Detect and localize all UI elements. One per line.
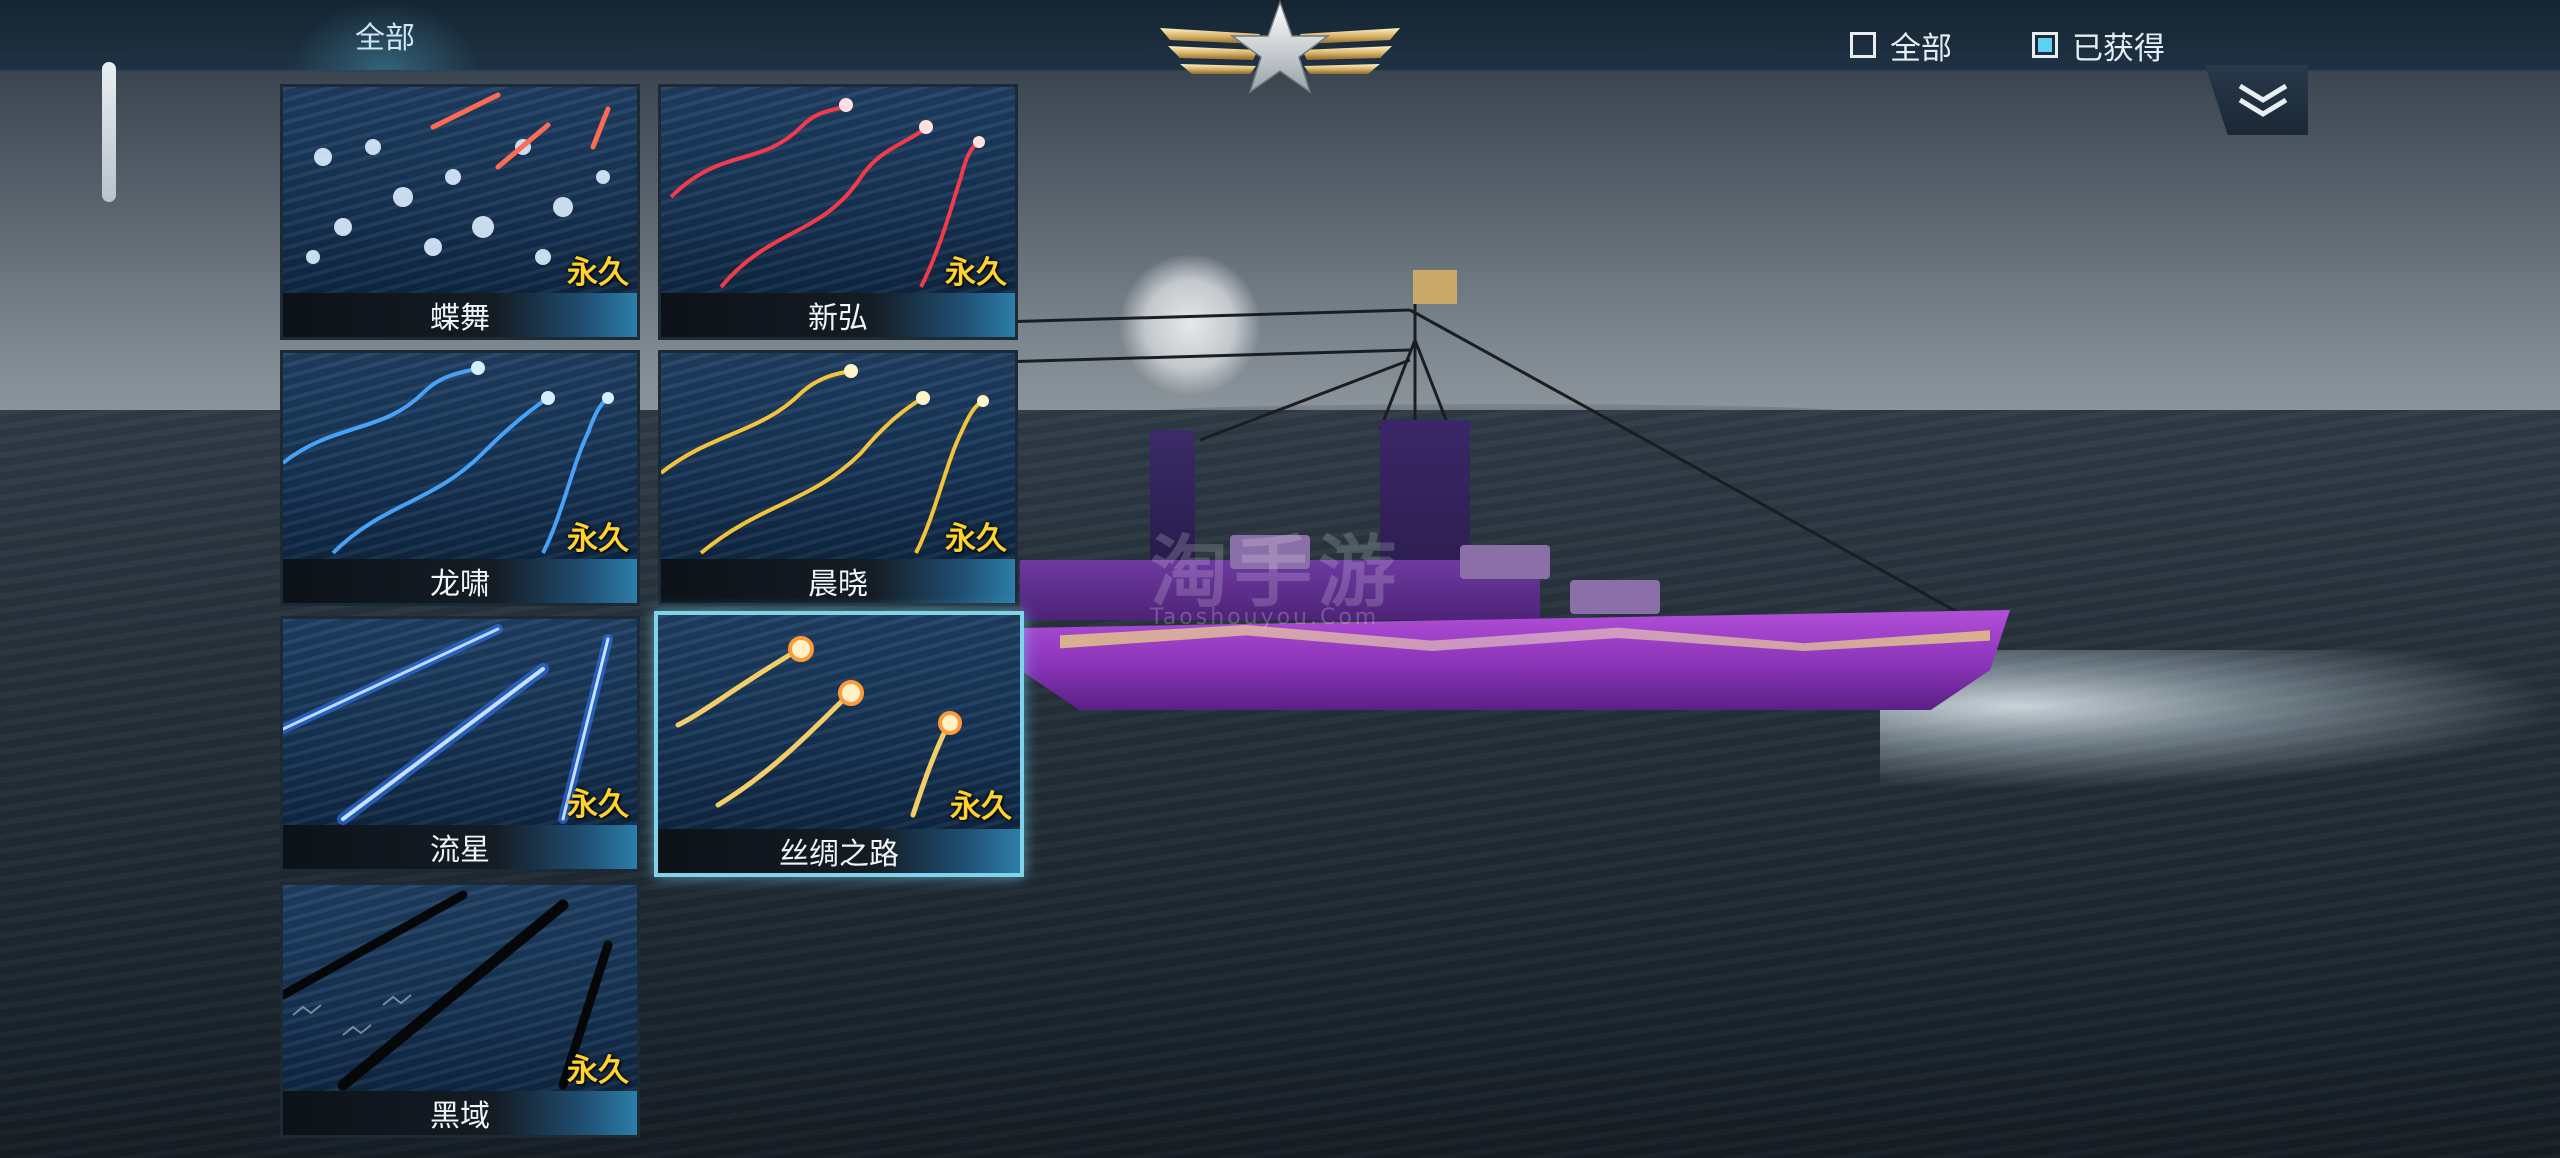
skin-name: 黑域: [283, 1091, 637, 1135]
winged-star-emblem-icon: [1100, 0, 1460, 100]
skin-card-heiyu[interactable]: 永久 黑域: [280, 882, 640, 1138]
skin-name: 流星: [283, 825, 637, 869]
filter-owned-label: 已获得: [2072, 30, 2165, 67]
double-chevron-down-icon: [2238, 83, 2288, 117]
skin-card-chenxiao[interactable]: 永久 晨晓: [658, 350, 1018, 606]
filter-all[interactable]: 全部: [1850, 23, 1952, 68]
skin-name: 丝绸之路: [658, 829, 1020, 873]
scrollbar-handle[interactable]: [102, 62, 116, 202]
ship-turret: [1570, 580, 1660, 614]
filter-group: 全部 已获得: [1850, 0, 2165, 90]
skin-card-silk-road[interactable]: 永久 丝绸之路: [654, 611, 1024, 877]
skin-card-liuxing[interactable]: 永久 流星: [280, 616, 640, 872]
ship-flag: [1413, 270, 1457, 304]
filter-owned[interactable]: 已获得: [2032, 23, 2165, 68]
skin-name: 晨晓: [661, 559, 1015, 603]
tab-all[interactable]: 全部: [290, 0, 480, 70]
skin-card-longxiao[interactable]: 永久 龙啸: [280, 350, 640, 606]
duration-badge: 永久: [950, 789, 1012, 825]
skin-card-xinhong[interactable]: 永久 新弘: [658, 84, 1018, 340]
duration-badge: 永久: [567, 1053, 629, 1089]
skin-card-butterfly[interactable]: 永久 蝶舞: [280, 84, 640, 340]
duration-badge: 永久: [567, 787, 629, 823]
watermark-url: Taoshouyou.Com: [1150, 605, 1380, 630]
skin-name: 蝶舞: [283, 293, 637, 337]
duration-badge: 永久: [945, 255, 1007, 291]
skin-name: 新弘: [661, 293, 1015, 337]
duration-badge: 永久: [945, 521, 1007, 557]
duration-badge: 永久: [567, 521, 629, 557]
skin-name: 龙啸: [283, 559, 637, 603]
filter-all-checkbox[interactable]: [1850, 32, 1876, 58]
duration-badge: 永久: [567, 255, 629, 291]
filter-all-label: 全部: [1890, 30, 1952, 67]
ship-turret: [1460, 545, 1550, 579]
filter-owned-checkbox[interactable]: [2032, 32, 2058, 58]
